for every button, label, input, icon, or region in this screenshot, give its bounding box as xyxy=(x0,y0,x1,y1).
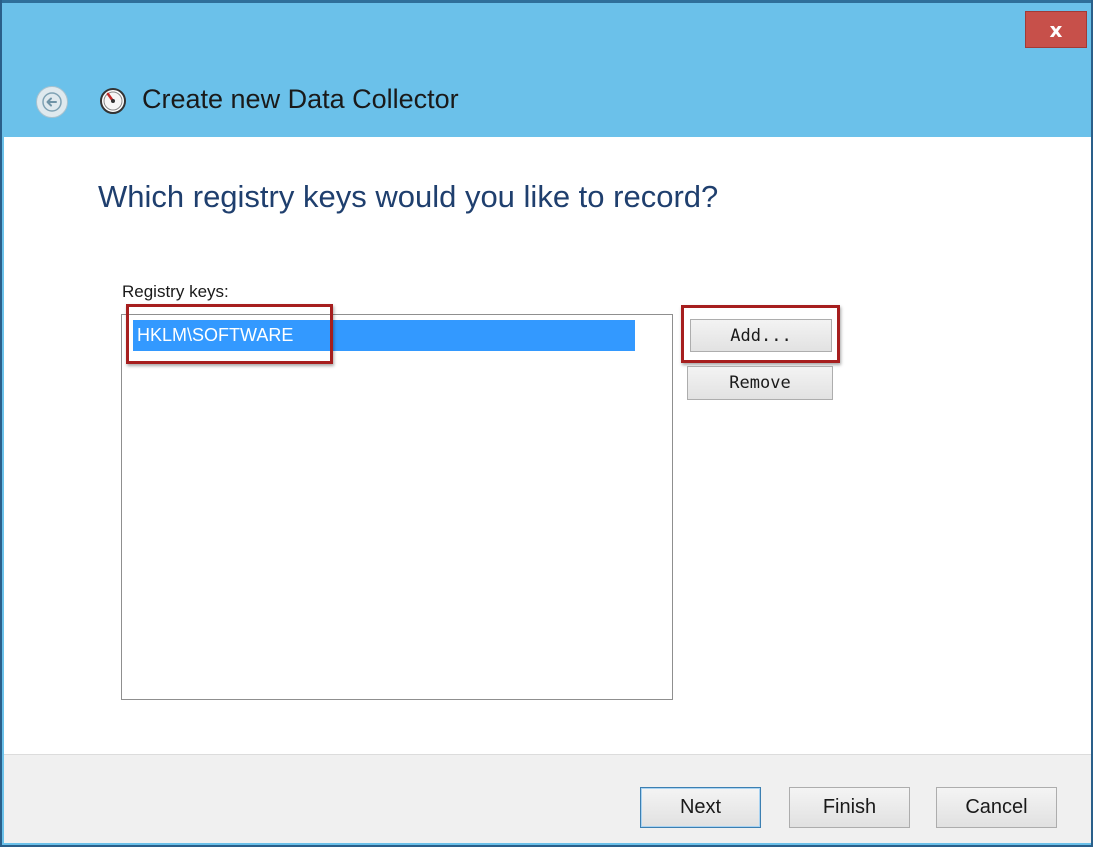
back-arrow-icon xyxy=(42,92,62,112)
wizard-window: x Create new Data Collector Which regist… xyxy=(0,0,1093,847)
close-button[interactable]: x xyxy=(1025,11,1087,48)
registry-keys-label: Registry keys: xyxy=(122,282,229,301)
next-button[interactable]: Next xyxy=(640,787,761,828)
page-heading: Which registry keys would you like to re… xyxy=(98,179,719,214)
window-frame-top xyxy=(2,0,1091,3)
wizard-content: Which registry keys would you like to re… xyxy=(4,137,1091,754)
cancel-button[interactable]: Cancel xyxy=(936,787,1057,828)
back-button[interactable] xyxy=(36,86,68,118)
close-icon: x xyxy=(1049,17,1063,42)
remove-button[interactable]: Remove xyxy=(687,366,833,400)
wizard-footer: Next Finish Cancel xyxy=(4,754,1091,843)
performance-monitor-icon xyxy=(98,86,128,116)
list-item[interactable]: HKLM\SOFTWARE xyxy=(133,320,635,351)
add-button[interactable]: Add... xyxy=(690,319,832,352)
finish-button[interactable]: Finish xyxy=(789,787,910,828)
window-title: Create new Data Collector xyxy=(142,84,459,114)
registry-keys-listbox[interactable]: HKLM\SOFTWARE xyxy=(121,314,673,700)
